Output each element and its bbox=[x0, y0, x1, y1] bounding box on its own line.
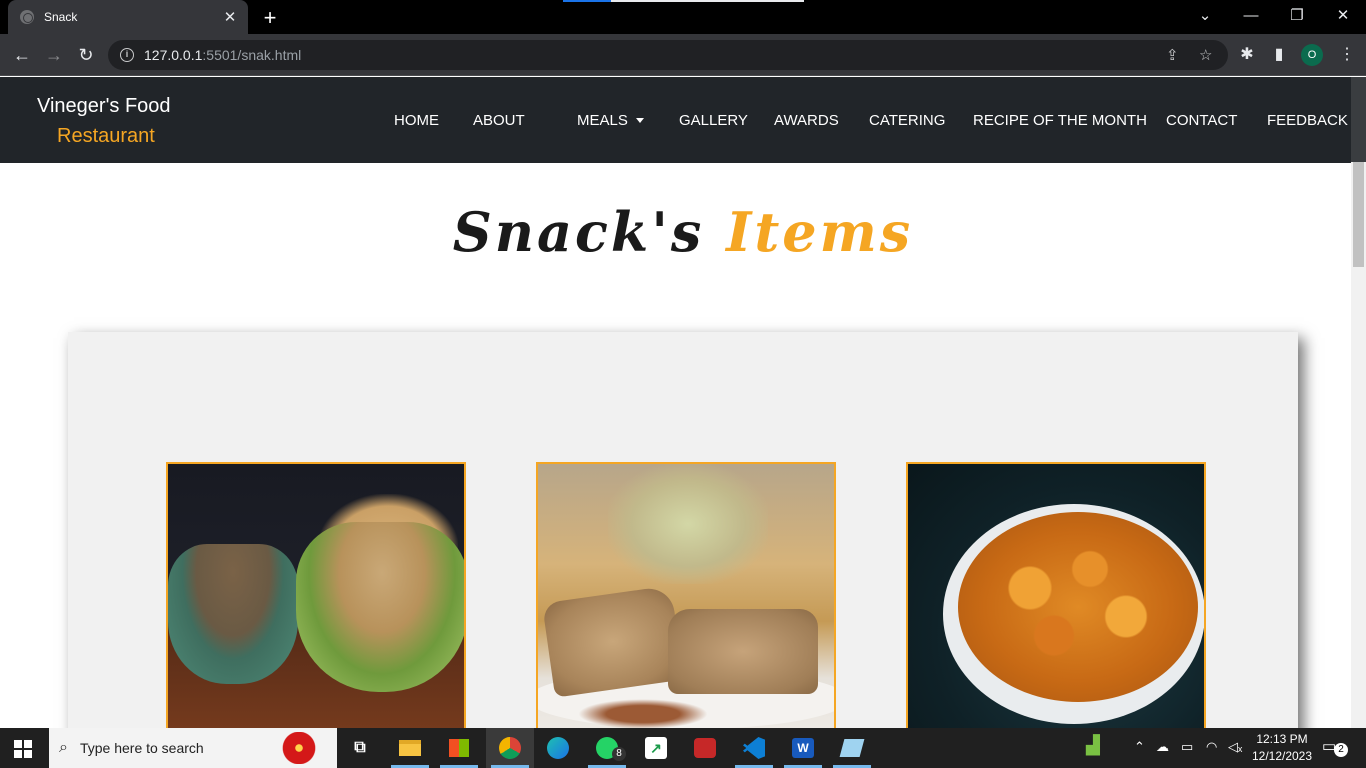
browser-toolbar: ← → ↻ i 127.0.0.1:5501/snak.html ⇪ ☆ ✱ ▮… bbox=[0, 34, 1366, 76]
notification-count: 2 bbox=[1334, 743, 1348, 757]
back-arrow-icon[interactable]: ← bbox=[9, 43, 35, 67]
nav-meals-label: MEALS bbox=[577, 112, 628, 129]
tab-search-icon[interactable]: ⌄ bbox=[1182, 0, 1228, 30]
nav-catering[interactable]: CATERING bbox=[869, 112, 945, 129]
forward-arrow-icon[interactable]: → bbox=[41, 43, 67, 67]
restore-button[interactable]: ❐ bbox=[1274, 0, 1320, 30]
site-info-icon[interactable]: i bbox=[120, 48, 134, 62]
url-host: 127.0.0.1 bbox=[144, 47, 203, 63]
nut-bars-photo[interactable] bbox=[536, 462, 836, 728]
reload-icon[interactable]: ↻ bbox=[73, 43, 99, 67]
task-view-icon[interactable]: ⧉ bbox=[345, 733, 375, 763]
profile-avatar[interactable]: O bbox=[1301, 44, 1323, 66]
nav-awards[interactable]: AWARDS bbox=[774, 112, 839, 129]
globe-icon bbox=[20, 10, 34, 24]
nav-feedback[interactable]: FEEDBACK bbox=[1267, 112, 1348, 129]
nav-contact[interactable]: CONTACT bbox=[1166, 112, 1237, 129]
banana-chips-photo[interactable] bbox=[906, 462, 1206, 728]
new-tab-button[interactable]: + bbox=[258, 5, 282, 31]
file-explorer-icon[interactable] bbox=[395, 733, 425, 763]
chrome-icon[interactable] bbox=[495, 733, 525, 763]
nav-home[interactable]: HOME bbox=[394, 112, 439, 129]
chips-and-salsa-photo[interactable] bbox=[166, 462, 466, 728]
nav-gallery[interactable]: GALLERY bbox=[679, 112, 748, 129]
browser-tab-strip: Snack ✕ + ⌄ — ❐ ✕ bbox=[0, 0, 1366, 34]
minimize-button[interactable]: — bbox=[1228, 0, 1274, 30]
bookmark-star-icon[interactable]: ☆ bbox=[1199, 46, 1212, 64]
recorder-icon[interactable] bbox=[690, 733, 720, 763]
taskbar-search-box[interactable]: ⌕ Type here to search bbox=[49, 728, 337, 768]
brand-name[interactable]: Vineger's Food bbox=[37, 95, 171, 118]
store-icon[interactable] bbox=[444, 733, 474, 763]
loading-indicator bbox=[563, 0, 611, 2]
word-icon[interactable]: W bbox=[788, 733, 818, 763]
close-window-button[interactable]: ✕ bbox=[1320, 0, 1366, 30]
wifi-icon[interactable]: ◠ bbox=[1206, 739, 1217, 755]
whatsapp-badge: 8 bbox=[612, 747, 626, 761]
site-header: Vineger's Food Restaurant HOME ABOUT MEA… bbox=[0, 77, 1351, 163]
nav-meals[interactable]: MEALS bbox=[577, 112, 644, 129]
clock-date: 12/12/2023 bbox=[1251, 749, 1313, 763]
page-title: Snack's Items bbox=[0, 200, 1366, 264]
whatsapp-icon[interactable]: 8 bbox=[592, 733, 626, 763]
page-title-part1: Snack's bbox=[452, 200, 705, 264]
tab-close-icon[interactable]: ✕ bbox=[222, 8, 238, 26]
onedrive-cloud-icon[interactable]: ☁ bbox=[1156, 739, 1169, 755]
chevron-up-icon[interactable]: ⌃ bbox=[1134, 739, 1145, 755]
windows-taskbar: ⌕ Type here to search ⧉ 8 ↗ W ▟ ⌃ ☁ ▭ ◠ … bbox=[0, 728, 1366, 768]
side-panel-icon[interactable]: ▮ bbox=[1268, 44, 1290, 64]
clock-time: 12:13 PM bbox=[1256, 732, 1308, 746]
url-path: :5501/snak.html bbox=[202, 47, 302, 63]
menu-kebab-icon[interactable]: ⋮ bbox=[1336, 44, 1358, 64]
poinsettia-icon bbox=[275, 732, 323, 764]
address-bar[interactable]: i 127.0.0.1:5501/snak.html ⇪ ☆ bbox=[108, 40, 1228, 70]
share-icon[interactable]: ⇪ bbox=[1166, 46, 1179, 64]
extensions-puzzle-icon[interactable]: ✱ bbox=[1236, 44, 1258, 64]
taskbar-clock[interactable]: 12:13 PM 12/12/2023 bbox=[1250, 731, 1314, 765]
brand-subtitle[interactable]: Restaurant bbox=[57, 125, 155, 148]
tab-title: Snack bbox=[44, 10, 78, 24]
loading-track bbox=[611, 0, 804, 2]
volume-muted-icon[interactable]: ◁ₓ bbox=[1228, 739, 1242, 755]
vscode-icon[interactable] bbox=[739, 733, 769, 763]
windows-start-icon[interactable] bbox=[14, 740, 32, 758]
browser-tab[interactable]: Snack ✕ bbox=[8, 0, 248, 34]
chart-tray-icon[interactable]: ▟ bbox=[1086, 735, 1100, 756]
page-viewport: Vineger's Food Restaurant HOME ABOUT MEA… bbox=[0, 77, 1366, 728]
battery-icon[interactable]: ▭ bbox=[1181, 739, 1193, 755]
search-placeholder: Type here to search bbox=[79, 740, 204, 756]
snack-card-panel bbox=[68, 332, 1298, 728]
page-scrollbar[interactable] bbox=[1351, 77, 1366, 728]
notification-icon[interactable]: ▭ 2 bbox=[1322, 737, 1348, 757]
notepad-icon[interactable] bbox=[837, 733, 867, 763]
edge-icon[interactable] bbox=[543, 733, 573, 763]
nav-recipe-of-the-month[interactable]: RECIPE OF THE MONTH bbox=[973, 112, 1147, 129]
stocks-icon[interactable]: ↗ bbox=[641, 733, 671, 763]
scrollbar-thumb[interactable] bbox=[1353, 162, 1364, 267]
caret-down-icon bbox=[635, 117, 644, 123]
nav-about[interactable]: ABOUT bbox=[473, 112, 525, 129]
page-title-part2: Items bbox=[726, 200, 914, 264]
search-icon: ⌕ bbox=[59, 739, 68, 756]
